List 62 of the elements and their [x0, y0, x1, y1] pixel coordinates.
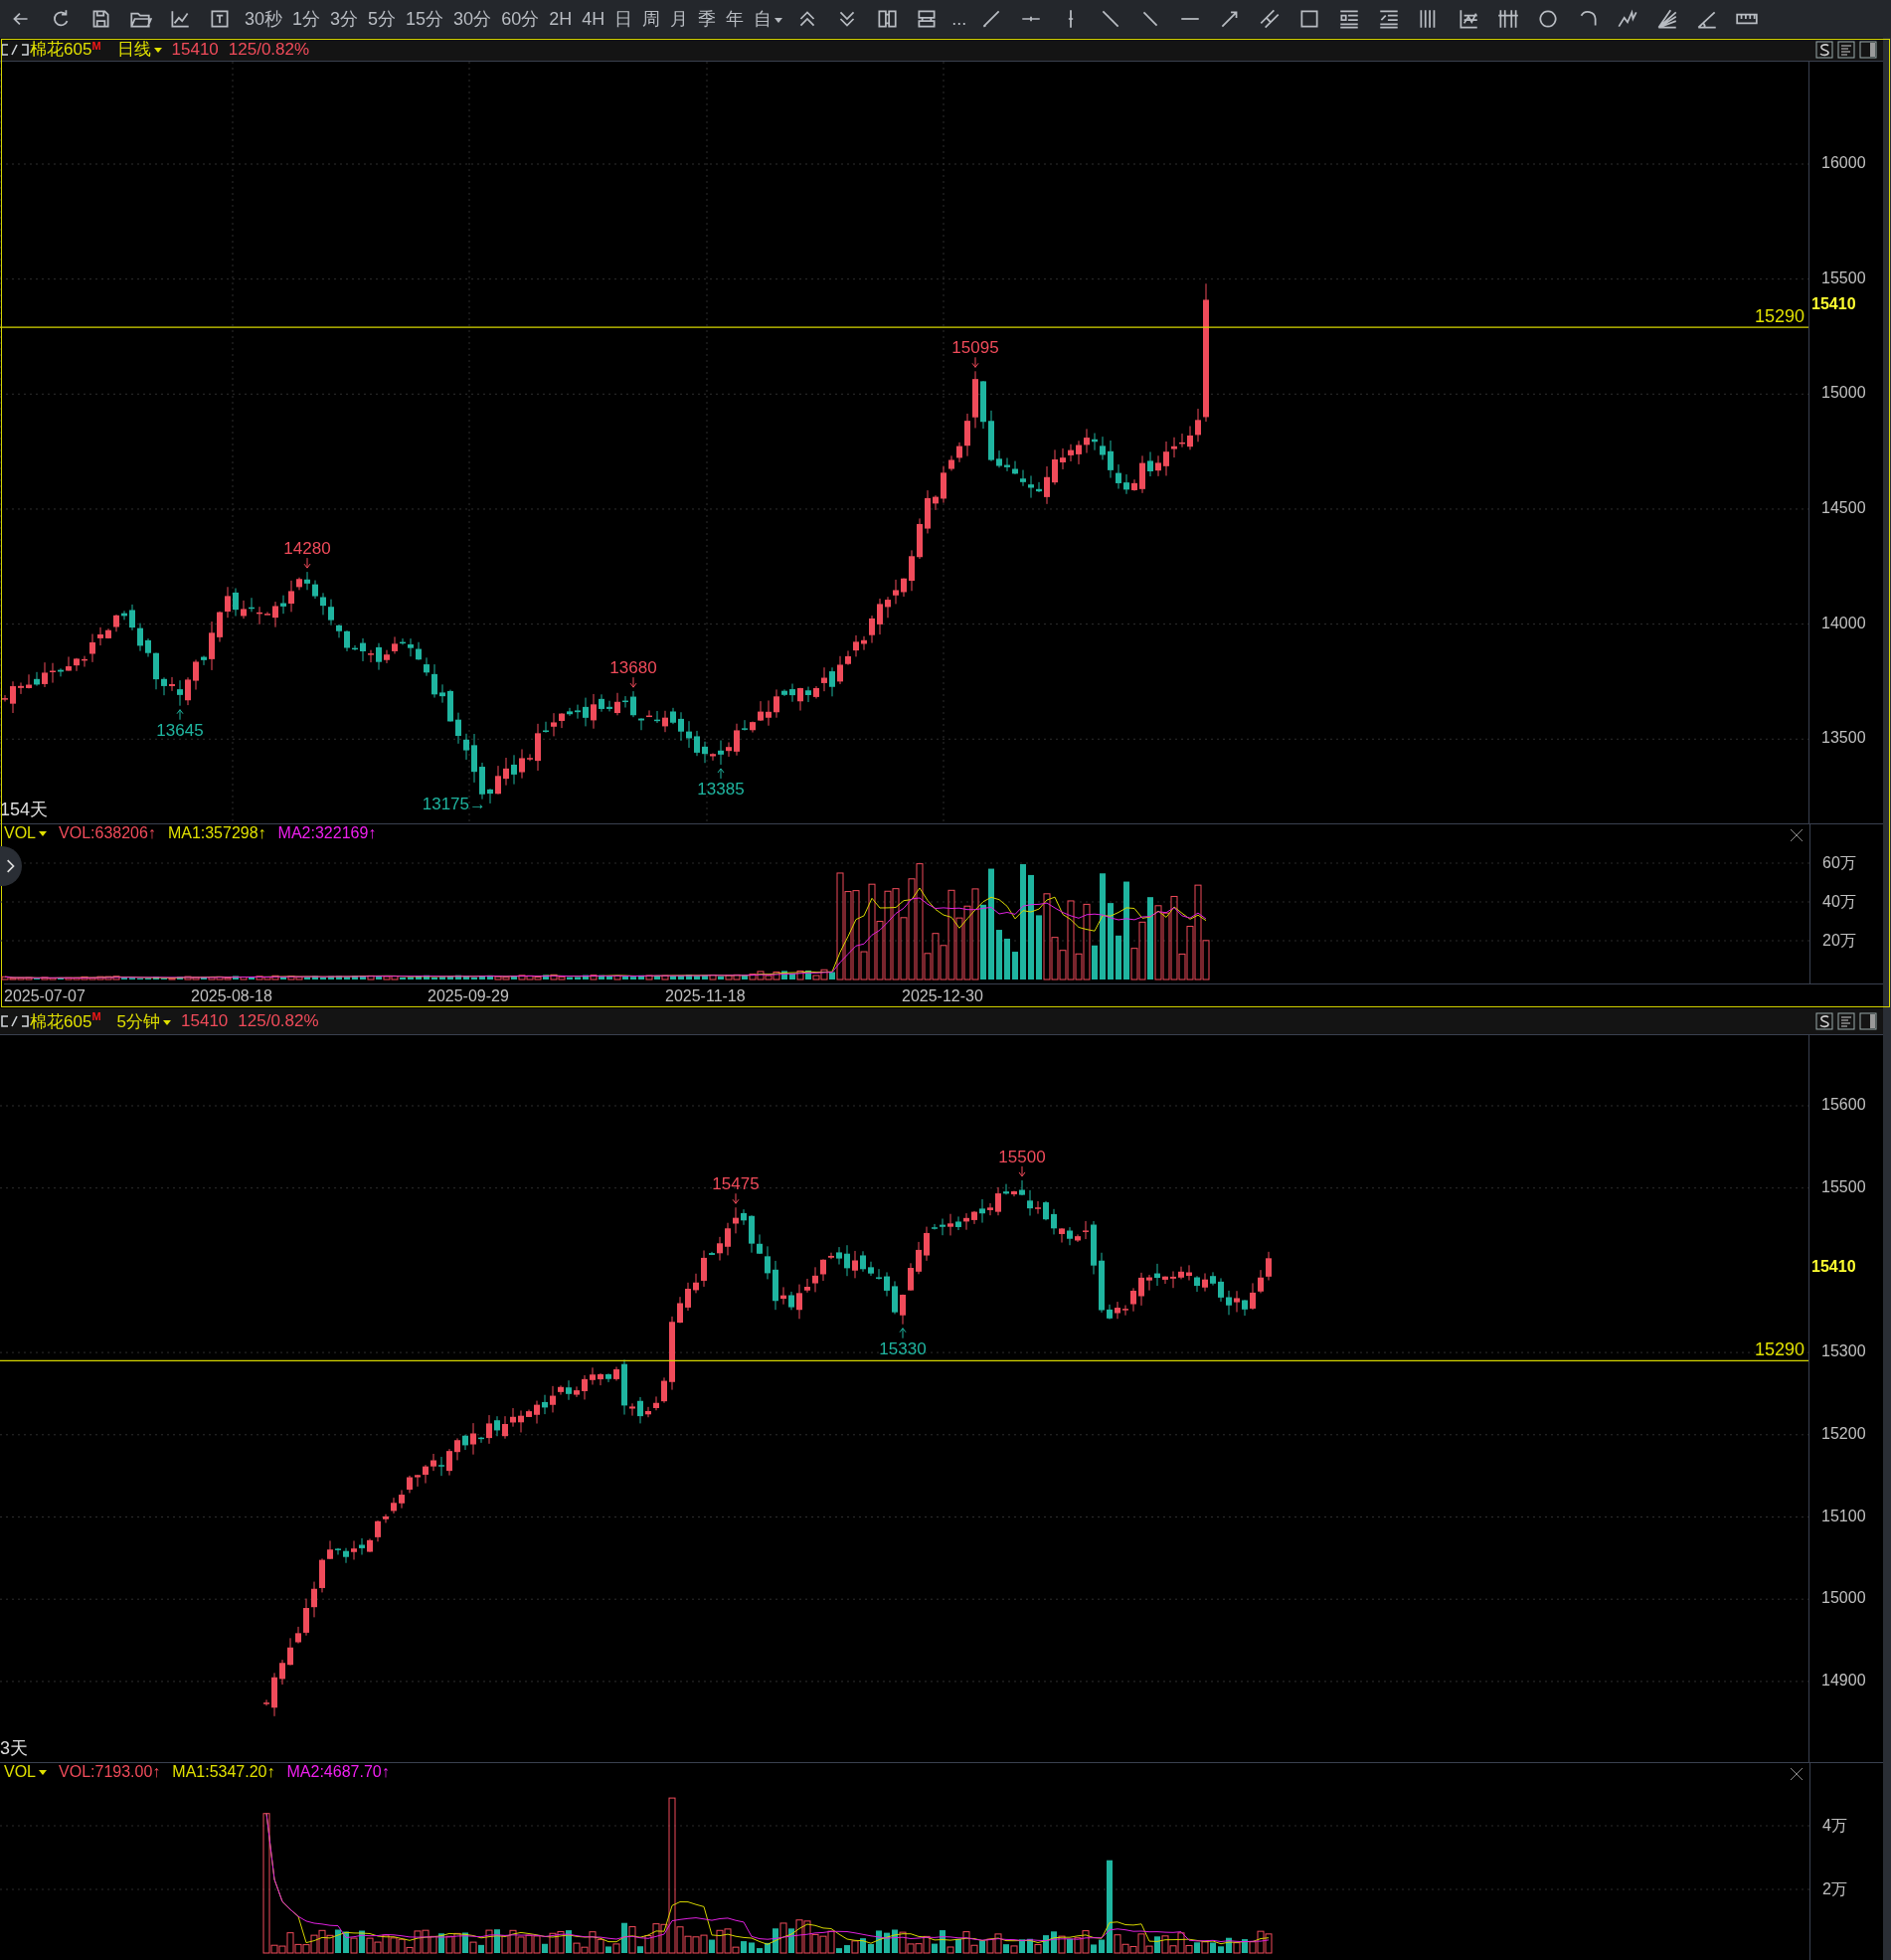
volume-value: VOL:7193.00↑ [59, 1763, 161, 1781]
volume-value: VOL:638206↑ [59, 824, 156, 842]
period-dropdown[interactable]: 5分钟 [110, 1009, 171, 1033]
price-change: 125/0.82% [238, 1011, 319, 1031]
period-button[interactable]: 2H [545, 4, 577, 34]
symbol-name: 棉花605 [30, 39, 92, 61]
axis-tick-label: 15500 [1821, 268, 1866, 287]
axis-tick-label: 15000 [1821, 1589, 1866, 1608]
axis-tick-label: 2万 [1822, 1879, 1847, 1899]
axis-tick-label: 15200 [1821, 1424, 1866, 1443]
axis-tick-label: 15600 [1821, 1096, 1866, 1114]
indicator-dropdown[interactable]: VOL [4, 824, 47, 842]
period-button[interactable]: 年 [722, 4, 749, 34]
axis-tick-label: 4万 [1822, 1816, 1847, 1836]
price-level-label: 15290 [1754, 1339, 1805, 1360]
axis-tick-label: 40万 [1822, 892, 1856, 912]
price-change: 125/0.82% [228, 39, 310, 60]
low-price-marker: 13175→ [422, 794, 486, 813]
period-button[interactable]: 30分 [449, 4, 496, 34]
date-label: 2025-12-30 [902, 987, 983, 1005]
period-button[interactable]: 月 [666, 4, 693, 34]
period-button[interactable]: 60分 [497, 4, 544, 34]
ma1-value: MA1:357298↑ [167, 824, 266, 842]
period-button[interactable]: 3分 [326, 4, 363, 34]
indicator-dropdown[interactable]: VOL [4, 1763, 47, 1781]
axis-tick-label: 14900 [1821, 1671, 1866, 1690]
symbol-name: 棉花605 [30, 1010, 92, 1033]
axis-tick-label: 15300 [1821, 1342, 1866, 1361]
span-label: 3天 [0, 1738, 28, 1758]
date-label: 2025-09-29 [428, 987, 509, 1005]
period-button[interactable]: 日 [610, 4, 637, 34]
period-button[interactable]: 周 [638, 4, 665, 34]
period-button[interactable]: 15分 [402, 4, 448, 34]
period-dropdown[interactable]: 日线 [110, 38, 162, 61]
last-price: 15410 [181, 1011, 229, 1031]
axis-tick-label: 14000 [1821, 614, 1866, 632]
price-level-label: 15290 [1754, 306, 1805, 327]
ma2-value: MA2:322169↑ [277, 824, 377, 842]
ma1-value: MA1:5347.20↑ [172, 1763, 275, 1781]
date-label: 2025-11-18 [665, 987, 746, 1005]
span-label: 154天 [0, 800, 49, 819]
period-button[interactable]: 30秒 [241, 4, 287, 34]
contract-label: M [91, 40, 101, 52]
axis-tick-label: 20万 [1822, 931, 1856, 951]
axis-tick-label: 16000 [1821, 154, 1866, 172]
axis-tick-label: 15100 [1821, 1507, 1866, 1525]
axis-tick-label: 60万 [1822, 853, 1856, 873]
axis-tick-label: 15000 [1821, 384, 1866, 403]
date-label: 2025-07-07 [4, 987, 86, 1005]
axis-tick-label: 14500 [1821, 498, 1866, 517]
last-price: 15410 [171, 39, 219, 60]
axis-tick-label: 15500 [1821, 1177, 1866, 1196]
period-button[interactable]: 4H [578, 4, 609, 34]
period-button[interactable]: 季 [694, 4, 721, 34]
ma2-value: MA2:4687.70↑ [286, 1763, 390, 1781]
period-button[interactable]: 5分 [364, 4, 401, 34]
date-label: 2025-08-18 [191, 987, 272, 1005]
axis-tick-label: 13500 [1821, 729, 1866, 748]
contract-label: M [91, 1010, 101, 1022]
period-button[interactable]: 1分 [288, 4, 325, 34]
custom-period-dropdown[interactable]: 自 [750, 4, 787, 34]
more-button[interactable]: ... [947, 4, 971, 34]
